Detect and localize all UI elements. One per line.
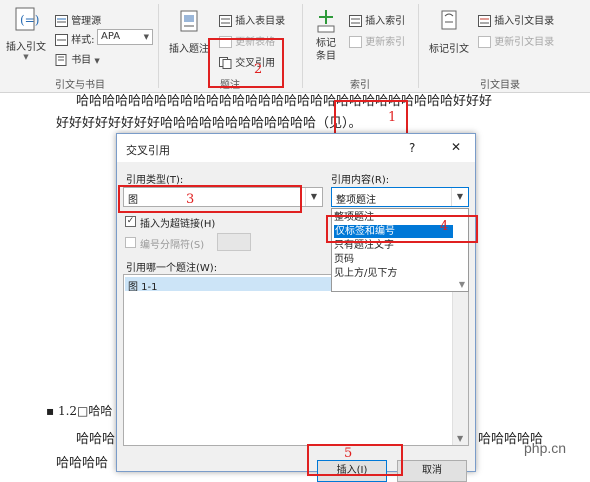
annotation-number: 5 (344, 446, 353, 461)
group-separator (418, 4, 419, 88)
manage-sources-icon (55, 15, 68, 27)
separator-input[interactable] (217, 233, 251, 251)
update-index-label: 更新索引 (365, 37, 406, 48)
document-line-2: 好好好好好好好好哈哈哈哈哈哈哈哈哈哈哈哈（见）。 (56, 116, 362, 131)
insert-citation-icon: (=) (15, 7, 39, 31)
cancel-button-label: 取消 (422, 465, 442, 476)
mark-citation-button[interactable]: 标记引文 (425, 8, 473, 58)
chevron-down-icon: ▼ (458, 280, 465, 289)
reference-content-label: 引用内容(R): (331, 175, 390, 186)
insert-hyperlink-checkbox[interactable]: ✓ (125, 216, 136, 227)
update-index-button[interactable]: 更新索引 (349, 33, 405, 48)
update-index-icon (349, 36, 362, 48)
group-label-index: 索引 (350, 80, 370, 91)
bibliography-label: 书目 (71, 55, 92, 66)
insert-index-button[interactable]: 插入索引 (349, 12, 405, 27)
annotation-number: 1 (388, 110, 397, 125)
table-of-figures-icon (219, 15, 232, 27)
insert-caption-button[interactable]: 插入题注 (166, 10, 212, 60)
insert-hyperlink-label: 插入为超链接(H) (140, 219, 216, 230)
style-select[interactable]: APA ▼ (97, 29, 153, 45)
document-line-1: 哈哈哈哈哈哈哈哈哈哈哈哈哈哈哈哈哈哈哈哈哈哈哈哈哈哈哈哈哈好好好 (76, 94, 493, 109)
chevron-down-icon: ▼ (23, 53, 29, 61)
heading-text: 1.2□哈哈⁠ (57, 404, 113, 418)
dropdown-option[interactable]: 页码 (334, 253, 354, 266)
dialog-title: 交叉引用 (126, 144, 170, 157)
annotation-box-cross-reference (208, 38, 284, 88)
close-icon[interactable]: ✕ (451, 140, 461, 154)
chevron-down-icon: ▼ (94, 57, 100, 65)
manage-sources-label: 管理源 (71, 16, 102, 27)
cancel-button[interactable]: 取消 (397, 460, 467, 482)
dropdown-option[interactable]: 见上方/见下方 (334, 267, 397, 280)
group-separator (158, 4, 159, 88)
annotation-number: 2 (254, 62, 263, 77)
chevron-down-icon: ▼ (451, 188, 468, 206)
ribbon: (=) 插入引文 ▼ 管理源 样式: APA ▼ 书目 ▼ 引文与书目 插入题注… (0, 0, 590, 93)
style-row: 样式: (55, 31, 95, 46)
group-label-toa: 引文目录 (480, 80, 520, 91)
separate-numbers-label: 编号分隔符(S) (140, 240, 205, 251)
mark-entry-label: 标记条目 (316, 38, 336, 62)
mark-entry-icon (317, 10, 335, 33)
update-toa-icon (478, 36, 491, 48)
insert-index-icon (349, 15, 362, 27)
insert-table-of-figures-label: 插入表目录 (235, 16, 286, 27)
reference-type-label: 引用类型(T): (126, 175, 184, 186)
dialog-titlebar: 交叉引用 ? ✕ (117, 134, 475, 162)
mark-citation-label: 标记引文 (429, 44, 469, 55)
help-button[interactable]: ? (409, 141, 415, 155)
group-separator (302, 4, 303, 88)
annotation-number: 4 (440, 219, 449, 234)
for-which-caption-label: 引用哪一个题注(W): (126, 263, 218, 274)
document-line-4: 哈哈哈哈 (56, 456, 109, 471)
style-value: APA (101, 31, 121, 42)
insert-caption-label: 插入题注 (169, 44, 209, 55)
annotation-box-label-and-number (326, 215, 478, 243)
update-toa-label: 更新引文目录 (494, 37, 555, 48)
svg-text:(=): (=) (20, 13, 39, 27)
reference-content-select[interactable]: 整项题注 ▼ (331, 187, 469, 207)
separate-numbers-checkbox[interactable] (125, 237, 136, 248)
bibliography-button[interactable]: 书目 ▼ (55, 51, 100, 66)
caption-list[interactable]: 图 1-1 ▼ (123, 274, 469, 446)
chevron-down-icon: ▼ (457, 434, 464, 443)
annotation-box-reference-type (118, 185, 302, 213)
insert-toa-button[interactable]: 插入引文目录 (478, 12, 554, 27)
insert-caption-icon (180, 10, 198, 32)
insert-index-label: 插入索引 (365, 16, 406, 27)
insert-table-of-figures-button[interactable]: 插入表目录 (219, 12, 285, 27)
mark-citation-icon (441, 10, 457, 30)
style-icon (55, 34, 68, 46)
watermark: php.cn (524, 440, 567, 456)
insert-toa-icon (478, 15, 491, 27)
caption-item-label: 图 1-1 (128, 282, 158, 293)
annotation-box-insert-button (307, 444, 403, 476)
document-line-3: 哈哈哈 (76, 432, 116, 447)
cross-reference-dialog: 交叉引用 ? ✕ 引用类型(T): 引用内容(R): 图 ▼ 整项题注 ▼ ✓ … (116, 133, 476, 482)
scrollbar[interactable]: ▼ (452, 275, 468, 445)
annotation-number: 3 (186, 192, 195, 207)
insert-citation-label: 插入引文 (6, 42, 46, 53)
document-heading: ▪ 1.2□哈哈⁠ (46, 404, 113, 418)
mark-entry-button[interactable]: 标记条目 (308, 8, 344, 70)
style-label: 样式: (71, 35, 95, 46)
chevron-down-icon: ▼ (143, 33, 149, 41)
insert-citation-button[interactable]: (=) 插入引文 ▼ (4, 6, 48, 68)
reference-content-value: 整项题注 (336, 195, 376, 206)
chevron-down-icon: ▼ (305, 188, 322, 206)
update-toa-button[interactable]: 更新引文目录 (478, 33, 554, 48)
bibliography-icon (55, 54, 67, 66)
group-label-citations: 引文与书目 (55, 80, 105, 91)
manage-sources-button[interactable]: 管理源 (55, 12, 101, 27)
insert-toa-label: 插入引文目录 (494, 16, 555, 27)
annotation-box-insert-point (334, 100, 408, 136)
